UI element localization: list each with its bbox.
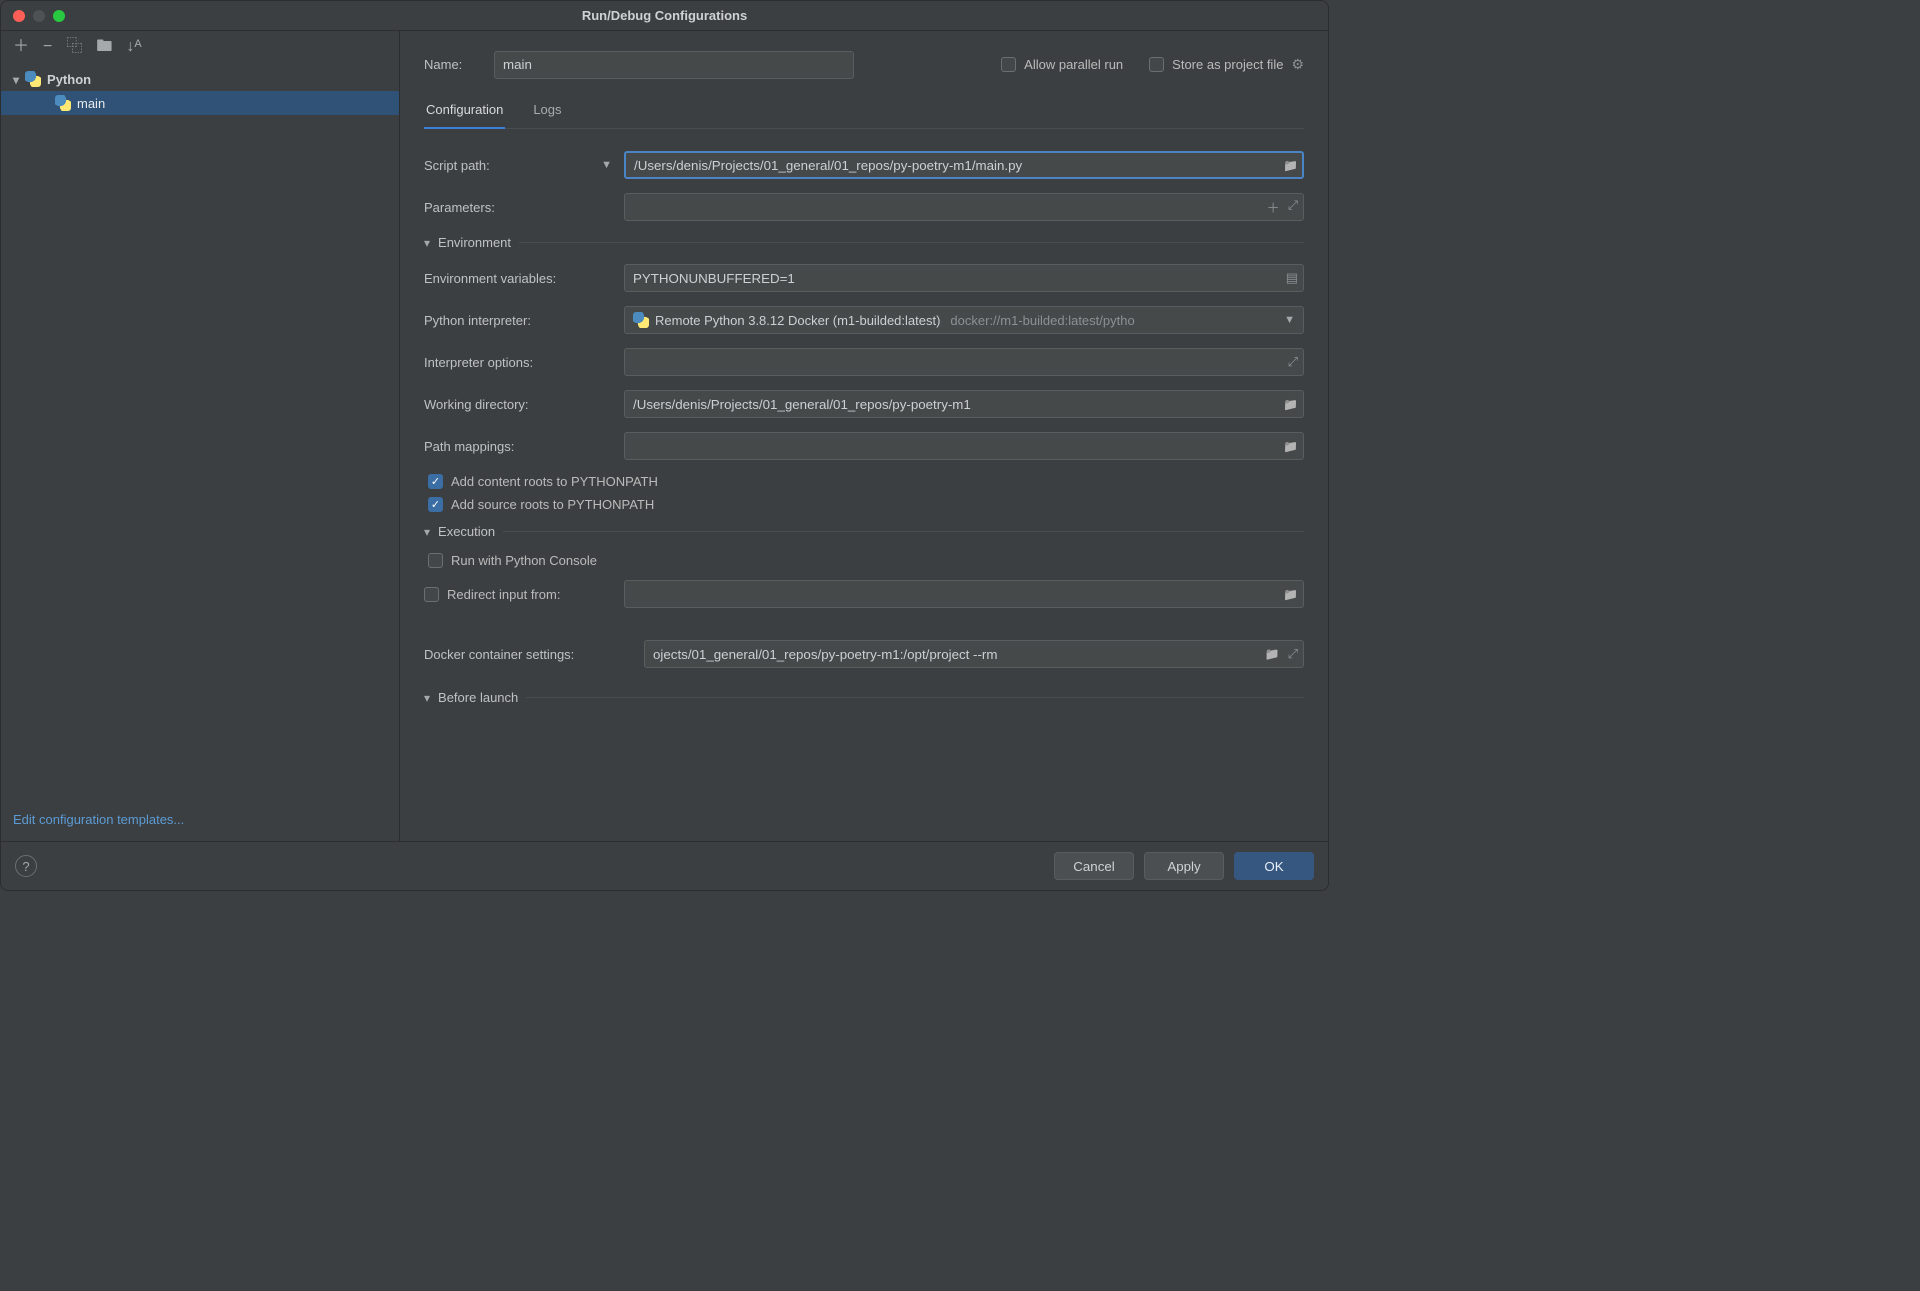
script-path-label: Script path: <box>424 158 490 173</box>
chevron-down-icon[interactable] <box>424 690 430 705</box>
redirect-input-label: Redirect input from: <box>447 587 560 602</box>
interpreter-select[interactable]: Remote Python 3.8.12 Docker (m1-builded:… <box>624 306 1304 334</box>
gear-icon[interactable]: ⚙ <box>1291 56 1304 73</box>
redirect-input-field[interactable] <box>624 580 1304 608</box>
python-icon <box>55 95 71 111</box>
expand-icon[interactable]: ⤢ <box>1288 198 1298 217</box>
sort-config-icon[interactable]: ↓ᴬ <box>126 39 141 55</box>
tree-group-label: Python <box>47 72 91 87</box>
store-as-project-checkbox[interactable]: Store as project file <box>1149 57 1283 72</box>
save-config-icon[interactable]: 🖿 <box>96 39 112 55</box>
execution-section-label: Execution <box>438 524 495 539</box>
tree-item-main[interactable]: main <box>1 91 399 115</box>
tab-configuration[interactable]: Configuration <box>424 94 505 129</box>
remove-config-icon[interactable]: − <box>43 39 52 55</box>
add-content-roots-checkbox[interactable]: Add content roots to PYTHONPATH <box>428 474 1304 489</box>
window-title: Run/Debug Configurations <box>582 8 747 23</box>
add-source-roots-checkbox[interactable]: Add source roots to PYTHONPATH <box>428 497 1304 512</box>
expand-icon[interactable]: ⤢ <box>1288 646 1298 662</box>
name-input[interactable] <box>494 51 854 79</box>
script-path-input[interactable] <box>624 151 1304 179</box>
add-parameter-icon[interactable]: ＋ <box>1267 198 1280 217</box>
window-maximize-icon[interactable] <box>53 10 65 22</box>
checkbox-icon <box>1001 57 1016 72</box>
interpreter-path: docker://m1-builded:latest/pytho <box>950 313 1134 328</box>
checkbox-icon <box>428 553 443 568</box>
checkbox-checked-icon <box>428 474 443 489</box>
interpreter-opts-input[interactable] <box>624 348 1304 376</box>
redirect-input-checkbox[interactable]: Redirect input from: <box>424 587 624 602</box>
browse-folder-icon[interactable] <box>1283 439 1298 454</box>
interpreter-opts-label: Interpreter options: <box>424 355 624 370</box>
checkbox-icon <box>1149 57 1164 72</box>
chevron-down-icon[interactable] <box>424 235 430 250</box>
titlebar: Run/Debug Configurations <box>1 1 1328 31</box>
script-path-dropdown-icon[interactable]: ▼ <box>601 159 612 171</box>
interpreter-value: Remote Python 3.8.12 Docker (m1-builded:… <box>655 313 940 328</box>
interpreter-label: Python interpreter: <box>424 313 624 328</box>
chevron-down-icon[interactable] <box>13 72 19 87</box>
run-with-console-label: Run with Python Console <box>451 553 597 568</box>
workdir-label: Working directory: <box>424 397 624 412</box>
browse-folder-icon[interactable] <box>1283 158 1298 173</box>
name-label: Name: <box>424 57 494 72</box>
window-close-icon[interactable] <box>13 10 25 22</box>
browse-folder-icon[interactable] <box>1283 397 1298 412</box>
config-toolbar: ＋ − ⿻ 🖿 ↓ᴬ <box>1 31 399 63</box>
tree-item-label: main <box>77 96 105 111</box>
copy-config-icon[interactable]: ⿻ <box>66 39 82 55</box>
before-launch-section-label: Before launch <box>438 690 518 705</box>
path-mappings-input[interactable] <box>624 432 1304 460</box>
allow-parallel-label: Allow parallel run <box>1024 57 1123 72</box>
expand-icon[interactable]: ⤢ <box>1288 354 1298 370</box>
apply-button[interactable]: Apply <box>1144 852 1224 880</box>
run-with-console-checkbox[interactable]: Run with Python Console <box>428 553 1304 568</box>
parameters-label: Parameters: <box>424 200 624 215</box>
python-icon <box>25 71 41 87</box>
ok-button[interactable]: OK <box>1234 852 1314 880</box>
edit-templates-link[interactable]: Edit configuration templates... <box>13 812 184 827</box>
config-tree[interactable]: Python main <box>1 63 399 804</box>
python-icon <box>633 312 649 328</box>
checkbox-icon <box>424 587 439 602</box>
allow-parallel-checkbox[interactable]: Allow parallel run <box>1001 57 1123 72</box>
browse-folder-icon[interactable] <box>1265 646 1280 662</box>
add-config-icon[interactable]: ＋ <box>13 39 29 55</box>
environment-section-label: Environment <box>438 235 511 250</box>
env-vars-input[interactable] <box>624 264 1304 292</box>
env-vars-label: Environment variables: <box>424 271 624 286</box>
path-mappings-label: Path mappings: <box>424 439 624 454</box>
browse-folder-icon[interactable] <box>1283 587 1298 602</box>
docker-settings-input[interactable] <box>644 640 1304 668</box>
list-icon[interactable]: ▤ <box>1286 270 1298 286</box>
add-content-roots-label: Add content roots to PYTHONPATH <box>451 474 658 489</box>
cancel-button[interactable]: Cancel <box>1054 852 1134 880</box>
docker-settings-label: Docker container settings: <box>424 647 644 662</box>
store-as-project-label: Store as project file <box>1172 57 1283 72</box>
add-source-roots-label: Add source roots to PYTHONPATH <box>451 497 654 512</box>
chevron-down-icon: ▼ <box>1284 314 1295 326</box>
window-minimize-icon[interactable] <box>33 10 45 22</box>
tree-group-python[interactable]: Python <box>1 67 399 91</box>
chevron-down-icon[interactable] <box>424 524 430 539</box>
help-button[interactable]: ? <box>15 855 37 877</box>
checkbox-checked-icon <box>428 497 443 512</box>
workdir-input[interactable] <box>624 390 1304 418</box>
tab-logs[interactable]: Logs <box>531 94 563 128</box>
parameters-input[interactable] <box>624 193 1304 221</box>
